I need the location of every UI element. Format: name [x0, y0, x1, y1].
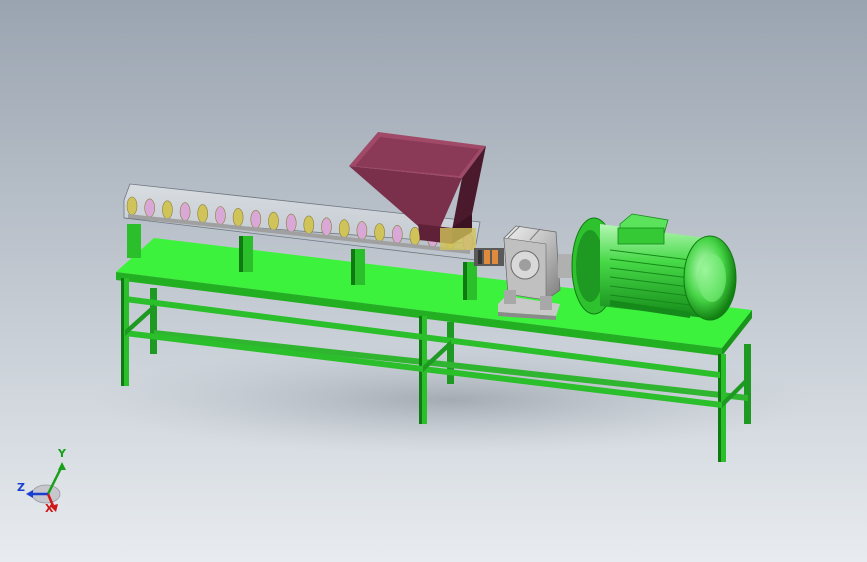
gearbox-foot-left: [504, 290, 516, 304]
barrel-support-1: [127, 224, 141, 258]
barrel-support-3-shade: [351, 249, 355, 285]
coupling-spider-2: [492, 250, 498, 264]
screw-flight: [391, 225, 403, 244]
triad-z-label: Z: [17, 481, 25, 494]
coupling-hub: [478, 250, 482, 264]
barrel-support-2-shade: [239, 236, 243, 272]
screw-flight: [338, 219, 350, 238]
gearbox-foot-right: [540, 296, 552, 310]
extruder-model-scene[interactable]: [0, 0, 867, 562]
cad-viewport[interactable]: Y Z X: [0, 0, 867, 562]
screw-flight: [215, 206, 226, 225]
triad-x-label: X: [45, 502, 54, 515]
screw-flight: [374, 223, 385, 242]
screw-flight: [303, 215, 315, 235]
table-leg-back-left: [150, 288, 157, 354]
motor-flange-inner: [576, 230, 604, 302]
table-leg-front-left-shade: [121, 278, 124, 386]
screw-flight: [321, 217, 332, 237]
screw-flight: [179, 202, 191, 221]
screw-flight: [409, 227, 421, 246]
gearbox-shaft-end: [519, 259, 531, 271]
motor-fan-cover-highlight: [698, 254, 726, 302]
motor-terminal-box-front: [617, 227, 665, 245]
screw-flight: [356, 221, 368, 240]
table-leg-front-right-shade: [718, 354, 721, 462]
triad-y-label: Y: [58, 447, 66, 460]
screw-flight: [197, 204, 208, 223]
screw-flight: [285, 213, 297, 233]
feed-throat: [440, 228, 476, 250]
screw-flight: [268, 211, 279, 231]
coupling[interactable]: [474, 248, 504, 266]
screw-flight: [232, 208, 244, 227]
screw-flight: [144, 198, 155, 218]
screw-flight: [162, 200, 173, 220]
coupling-spider-1: [484, 250, 490, 264]
barrel-support-4-shade: [463, 262, 467, 300]
screw-flight: [126, 196, 138, 216]
screw-flight: [250, 210, 262, 229]
